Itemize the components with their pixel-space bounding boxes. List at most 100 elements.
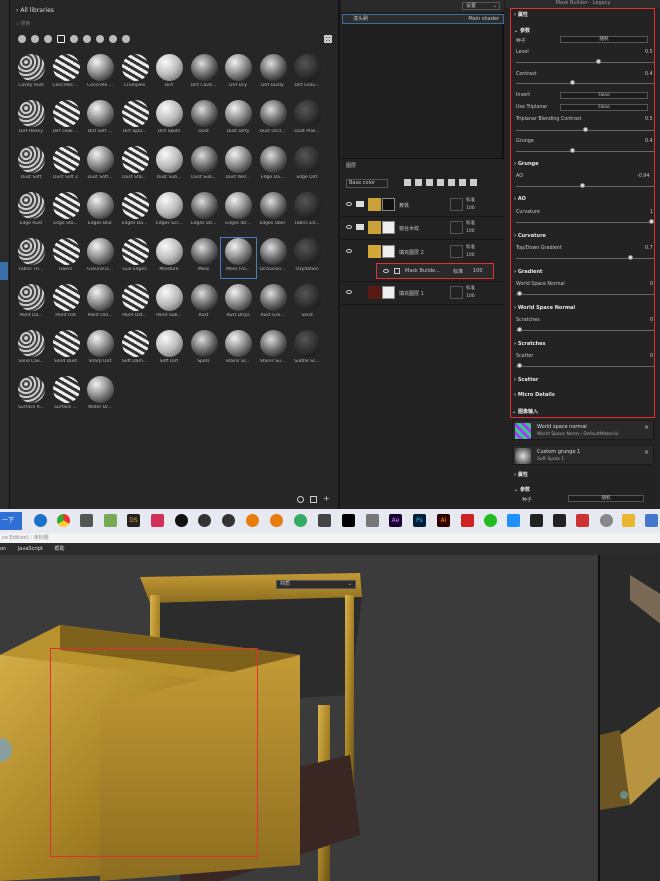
ao-value[interactable]: -0.94 (637, 174, 649, 179)
material-tile[interactable]: Stains Su... (256, 330, 291, 370)
delete-icon[interactable] (470, 179, 477, 186)
material-tile[interactable]: Dust Plas... (290, 100, 325, 140)
section-grunge[interactable]: › Grunge (514, 161, 538, 167)
material-tile[interactable]: Dust Occl... (256, 100, 291, 140)
app-icon[interactable] (104, 514, 117, 527)
material-tile[interactable]: Spots (187, 330, 222, 370)
material-tile[interactable]: Paint Old... (83, 284, 118, 324)
curvature-value[interactable]: 1 (650, 210, 653, 215)
ds-icon[interactable]: DS (127, 514, 140, 527)
layer-row[interactable]: 黄铁 标准 100 (342, 195, 504, 217)
unreal-icon[interactable] (222, 514, 235, 527)
material-tile[interactable]: Dirt Cavit... (187, 54, 222, 94)
app-icon[interactable] (576, 514, 589, 527)
blender-icon[interactable] (246, 514, 259, 527)
wechat-icon[interactable] (484, 514, 497, 527)
material-tile[interactable]: Dust Stai... (118, 146, 153, 186)
app-icon[interactable] (80, 514, 93, 527)
scatter-slider-knob[interactable] (517, 363, 522, 368)
add-icon[interactable]: + (323, 495, 330, 503)
layer-blend-mode[interactable]: 标准 (466, 244, 475, 250)
app-icon[interactable] (553, 514, 566, 527)
curvature-slider-knob[interactable] (649, 219, 654, 224)
material-tile[interactable]: Paint Sub... (152, 284, 187, 324)
layer-opacity[interactable]: 100 (466, 294, 475, 299)
illustrator-icon[interactable]: Ai (437, 514, 450, 527)
photoshop-icon[interactable]: Ps (413, 514, 426, 527)
section-attributes-2[interactable]: › 属性 (514, 471, 528, 478)
filter-material-icon[interactable] (31, 35, 39, 43)
eye-icon[interactable] (346, 202, 352, 206)
wsn-value[interactable]: 0 (650, 282, 653, 287)
layer-blend-mode[interactable]: 标准 (466, 197, 475, 203)
material-tile[interactable]: Surface R... (14, 376, 49, 416)
wsn-slider[interactable] (516, 294, 654, 295)
left-strip-selected-tab[interactable] (0, 262, 8, 280)
start-button[interactable]: 一下 (0, 512, 22, 530)
contrast-slider[interactable] (516, 83, 654, 84)
edge-icon[interactable] (34, 514, 47, 527)
filter-environment-icon[interactable] (122, 35, 130, 43)
add-fill-icon[interactable] (448, 179, 455, 186)
close-icon[interactable]: × (644, 424, 649, 431)
material-tile[interactable]: Dirt Soft ... (83, 100, 118, 140)
material-tile[interactable]: Dirt Leak ... (49, 100, 84, 140)
material-tile[interactable]: Fabric Ed... (290, 192, 325, 232)
material-tile[interactable]: Dust Dirty (221, 100, 256, 140)
circle-icon[interactable] (297, 496, 304, 503)
eye-icon[interactable] (346, 249, 352, 253)
material-tile[interactable]: Occlusion... (256, 238, 291, 278)
material-tile[interactable]: Dust Sub... (187, 146, 222, 186)
material-tile[interactable]: Soft Dirt (152, 330, 187, 370)
mask-builder-row[interactable]: Mask Builde... 标准 100 (376, 263, 494, 279)
close-icon[interactable]: × (644, 449, 649, 456)
level-value[interactable]: 0.5 (645, 50, 653, 55)
material-tile[interactable]: Dust Wid... (221, 146, 256, 186)
material-tile[interactable]: Fibers (49, 238, 84, 278)
blender-icon[interactable] (270, 514, 283, 527)
app-icon[interactable] (530, 514, 543, 527)
material-tile[interactable]: Ground D... (83, 238, 118, 278)
app-icon[interactable] (507, 514, 520, 527)
material-tile[interactable]: Sand Dust (49, 330, 84, 370)
folder-icon[interactable] (622, 514, 635, 527)
material-tile[interactable]: Edge Da... (256, 146, 291, 186)
ao-slider[interactable] (516, 186, 654, 187)
avatar-icon[interactable] (600, 514, 613, 527)
app-icon[interactable] (461, 514, 474, 527)
filter-smart-mask-icon[interactable] (57, 35, 65, 43)
settings-dropdown[interactable]: 设置 ⌄ (462, 2, 500, 10)
material-tile[interactable]: Surface ... (49, 376, 84, 416)
menu-item[interactable]: on (0, 546, 6, 552)
filter-filter-icon[interactable] (70, 35, 78, 43)
triplanar-dropdown[interactable]: False (560, 104, 648, 111)
topdown-slider[interactable] (516, 258, 654, 259)
material-tile[interactable]: Moss Fro... (220, 237, 257, 279)
material-tile[interactable]: Edges Str... (221, 192, 256, 232)
material-tile[interactable]: Rust (187, 284, 222, 324)
level-slider-knob[interactable] (596, 59, 601, 64)
material-tile[interactable]: Water Dr... (83, 376, 118, 416)
material-tile[interactable]: Stains Sc... (221, 330, 256, 370)
scatter-value[interactable]: 0 (650, 354, 653, 359)
material-tile[interactable]: Crumples (118, 54, 153, 94)
material-tile[interactable]: Dirt (152, 54, 187, 94)
grunge-slider[interactable] (516, 151, 654, 152)
scatter-slider[interactable] (516, 366, 654, 367)
material-tile[interactable]: Moss (187, 238, 222, 278)
viewport-channel-dropdown[interactable]: 材质 ⌄ (276, 580, 356, 589)
chrome-icon[interactable] (57, 514, 70, 527)
blend-channel-dropdown[interactable]: Base color (346, 179, 388, 188)
material-tile[interactable]: Dirt Heavy (14, 100, 49, 140)
shelf-search[interactable]: ⌕ 搜索 (16, 20, 334, 30)
seed-field-2[interactable]: 随机 (568, 495, 644, 502)
app-icon[interactable] (151, 514, 164, 527)
material-tile[interactable]: Edge Dirt (290, 146, 325, 186)
material-tile[interactable]: Concrete ... (83, 54, 118, 94)
material-tile[interactable]: Paint Old... (118, 284, 153, 324)
material-tile[interactable]: Cavity Rust (14, 54, 49, 94)
material-tile[interactable]: Edge Sto... (49, 192, 84, 232)
section-scratches[interactable]: › Scratches (514, 341, 546, 347)
material-tile[interactable]: Edges Str... (187, 192, 222, 232)
material-tile[interactable]: Moisture (152, 238, 187, 278)
